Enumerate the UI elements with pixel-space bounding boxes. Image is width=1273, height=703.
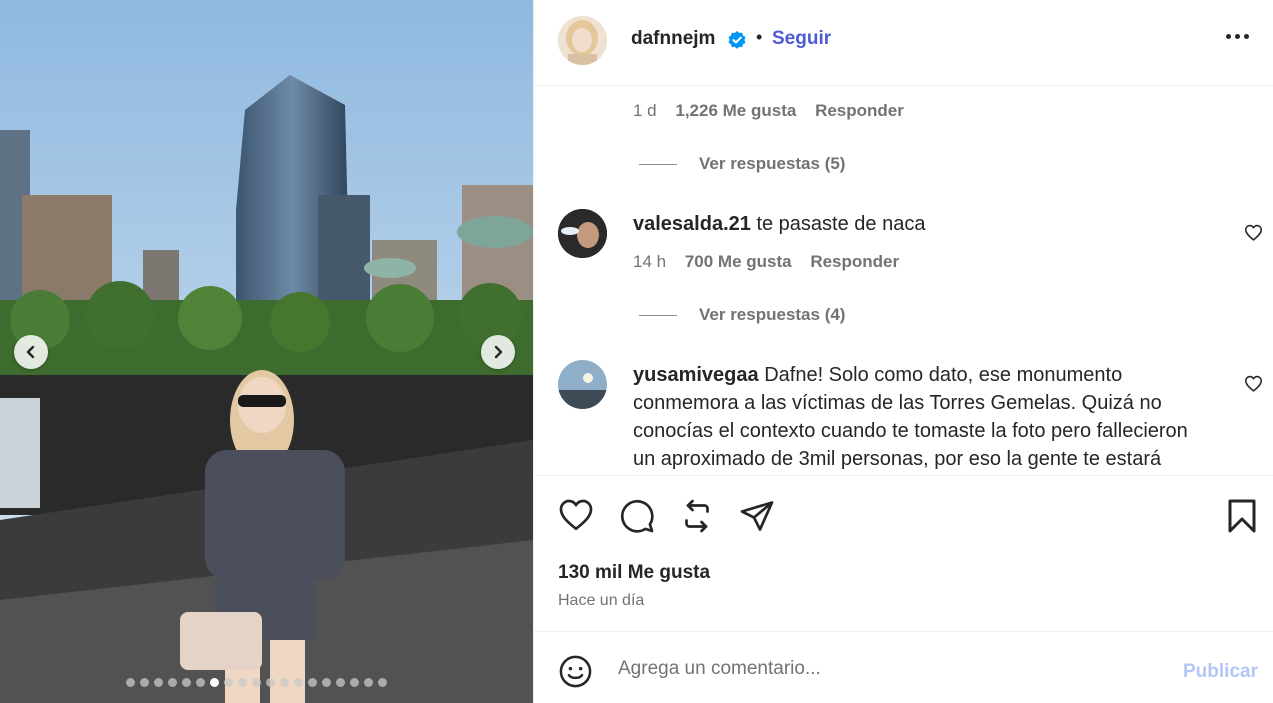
commenter-username[interactable]: valesalda.21 bbox=[633, 213, 751, 235]
comments-list[interactable]: 1 d 1,226 Me gusta Responder Ver respues… bbox=[534, 87, 1273, 475]
comment-likes[interactable]: 700 Me gusta bbox=[685, 252, 792, 271]
carousel-dot bbox=[322, 678, 331, 687]
avatar-image bbox=[558, 360, 607, 409]
reply-button[interactable]: Responder bbox=[815, 101, 904, 120]
replies-divider bbox=[639, 314, 677, 316]
carousel-dot bbox=[294, 678, 303, 687]
carousel-next-button[interactable] bbox=[481, 335, 515, 369]
post-timestamp: Hace un día bbox=[558, 592, 645, 609]
carousel-dot bbox=[364, 678, 373, 687]
chevron-right-icon bbox=[494, 345, 503, 359]
publish-button[interactable]: Publicar bbox=[1183, 661, 1258, 683]
avatar-image bbox=[558, 16, 607, 65]
comment-likes[interactable]: 1,226 Me gusta bbox=[675, 101, 796, 120]
heart-icon[interactable] bbox=[558, 498, 594, 536]
comment-text: te pasaste de naca bbox=[756, 213, 926, 235]
comment-body: valesalda.21 te pasaste de naca bbox=[633, 210, 1233, 238]
carousel-dot bbox=[154, 678, 163, 687]
like-comment-heart-icon[interactable] bbox=[1244, 224, 1263, 246]
carousel-dot bbox=[168, 678, 177, 687]
commenter-avatar[interactable] bbox=[558, 360, 607, 409]
comment-icon[interactable] bbox=[619, 498, 655, 539]
view-replies-label: Ver respuestas (5) bbox=[699, 154, 846, 173]
carousel-dot bbox=[280, 678, 289, 687]
post-details-panel: dafnnejm • Seguir 1 d 1,226 Me gusta Res… bbox=[533, 0, 1273, 703]
comment-text-line: un aproximado de 3mil personas, por eso … bbox=[633, 448, 1162, 470]
carousel-dot bbox=[238, 678, 247, 687]
carousel-dot bbox=[210, 678, 219, 687]
carousel-dot bbox=[196, 678, 205, 687]
comment-meta: 1 d 1,226 Me gusta Responder bbox=[633, 101, 904, 121]
comment-meta: 14 h 700 Me gusta Responder bbox=[633, 252, 899, 272]
comment-text-line: Dafne! Solo como dato, ese monumento bbox=[764, 364, 1123, 386]
post-actions: 130 mil Me gusta Hace un día bbox=[534, 475, 1273, 631]
comment-time: 1 d bbox=[633, 101, 657, 120]
comment-time: 14 h bbox=[633, 252, 667, 271]
post-photo bbox=[0, 0, 533, 703]
carousel-dot bbox=[252, 678, 261, 687]
author-avatar[interactable] bbox=[558, 16, 607, 65]
comment-text-line: conmemora a las víctimas de las Torres G… bbox=[633, 392, 1162, 414]
view-replies-button[interactable]: Ver respuestas (4) bbox=[639, 305, 845, 325]
carousel-indicator bbox=[126, 678, 387, 687]
separator-dot: • bbox=[756, 27, 763, 47]
more-options-icon[interactable] bbox=[1226, 34, 1249, 39]
avatar-image bbox=[558, 209, 607, 258]
carousel-dot bbox=[350, 678, 359, 687]
carousel-dot bbox=[126, 678, 135, 687]
carousel-prev-button[interactable] bbox=[14, 335, 48, 369]
verified-badge-icon bbox=[727, 30, 747, 55]
carousel-dot bbox=[308, 678, 317, 687]
likes-count[interactable]: 130 mil Me gusta bbox=[558, 562, 710, 584]
comment-composer: Publicar bbox=[534, 631, 1273, 703]
carousel-dot bbox=[266, 678, 275, 687]
commenter-username[interactable]: yusamivegaa bbox=[633, 364, 759, 386]
bookmark-icon[interactable] bbox=[1227, 498, 1257, 539]
commenter-avatar[interactable] bbox=[558, 209, 607, 258]
emoji-icon[interactable] bbox=[558, 654, 593, 694]
carousel-dot bbox=[140, 678, 149, 687]
view-replies-button[interactable]: Ver respuestas (5) bbox=[639, 154, 845, 174]
chevron-left-icon bbox=[26, 345, 35, 359]
comment-input[interactable] bbox=[618, 658, 1158, 680]
carousel-dot bbox=[182, 678, 191, 687]
carousel-dot bbox=[224, 678, 233, 687]
carousel-dot bbox=[336, 678, 345, 687]
carousel-dot bbox=[378, 678, 387, 687]
like-comment-heart-icon[interactable] bbox=[1244, 375, 1263, 397]
follow-button[interactable]: Seguir bbox=[772, 28, 831, 50]
comment-text-line: conocías el contexto cuando te tomaste l… bbox=[633, 420, 1188, 442]
post-media[interactable] bbox=[0, 0, 533, 703]
comment-body: yusamivegaa Dafne! Solo como dato, ese m… bbox=[633, 361, 1233, 473]
send-icon[interactable] bbox=[739, 498, 775, 539]
repost-icon[interactable] bbox=[679, 498, 715, 539]
post-header: dafnnejm • Seguir bbox=[534, 0, 1273, 86]
reply-button[interactable]: Responder bbox=[810, 252, 899, 271]
replies-divider bbox=[639, 163, 677, 165]
author-username[interactable]: dafnnejm bbox=[631, 28, 715, 50]
view-replies-label: Ver respuestas (4) bbox=[699, 305, 846, 324]
